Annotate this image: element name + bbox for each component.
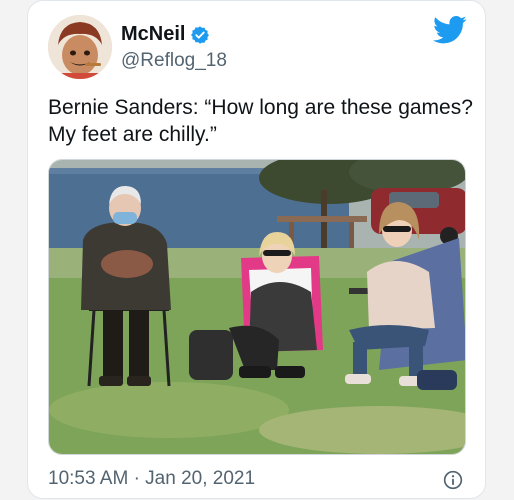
tweet-photo[interactable] <box>48 159 466 455</box>
verified-badge-icon <box>191 25 210 44</box>
user-avatar[interactable] <box>48 15 112 79</box>
tweet-text-line: My feet are chilly.” <box>48 123 217 146</box>
tweet-date: Jan 20, 2021 <box>145 468 256 489</box>
tweet-time: 10:53 AM <box>48 468 129 489</box>
tweet-card: McNeil @Reflog_18 Bernie Sanders: “How l… <box>27 0 486 499</box>
timestamp-separator: · <box>133 468 140 489</box>
twitter-bird-icon[interactable] <box>433 15 467 45</box>
tweet-text: Bernie Sanders: “How long are these game… <box>48 94 473 148</box>
display-name[interactable]: McNeil <box>121 23 185 46</box>
tweet-text-line: Bernie Sanders: “How long are these game… <box>48 96 473 119</box>
info-icon[interactable] <box>443 470 463 490</box>
user-handle[interactable]: @Reflog_18 <box>121 50 227 72</box>
tweet-timestamp[interactable]: 10:53 AM · Jan 20, 2021 <box>48 468 255 490</box>
name-row: McNeil <box>121 23 210 46</box>
